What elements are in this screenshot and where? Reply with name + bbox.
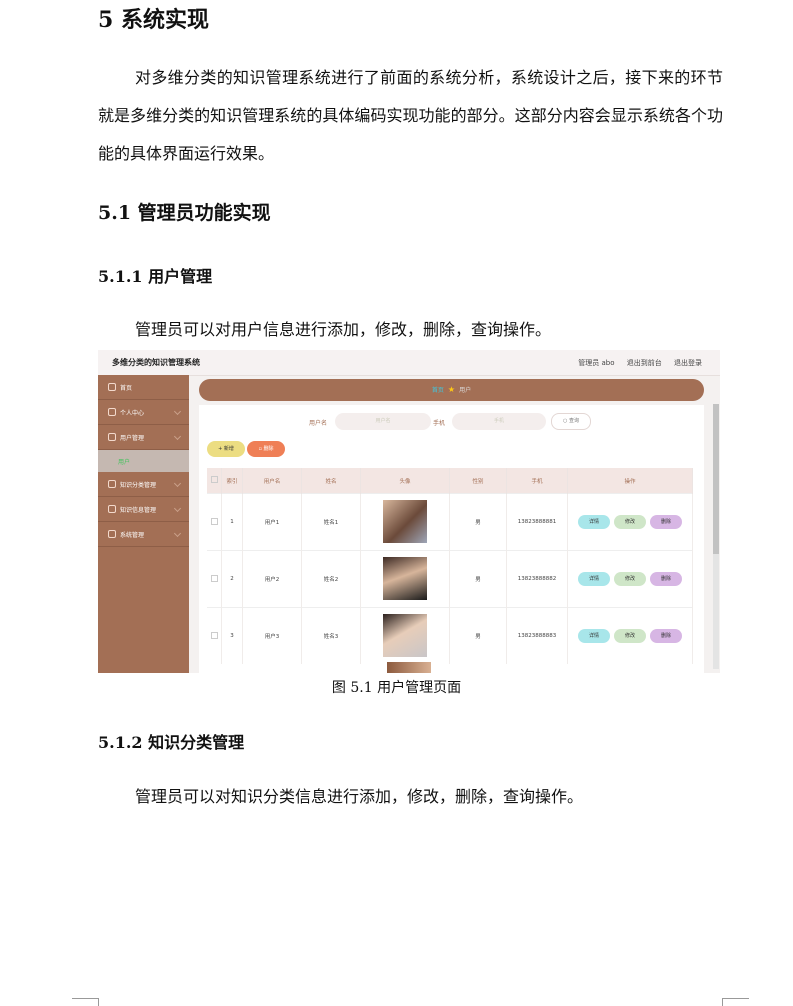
cell-username: 用户3 xyxy=(242,607,302,664)
avatar xyxy=(383,556,427,600)
select-all-checkbox[interactable] xyxy=(207,468,222,494)
detail-button[interactable]: 详情 xyxy=(578,515,610,529)
cell-avatar xyxy=(360,493,450,551)
subsection-heading-users: 5.1.1 用户管理 xyxy=(98,267,213,286)
cell-phone: 13823888881 xyxy=(506,493,568,551)
app-topbar: 多维分类的知识管理系统 管理员 abo 退出到前台 退出登录 xyxy=(98,350,720,376)
cell-phone: 13823888882 xyxy=(506,550,568,608)
document-icon xyxy=(108,505,116,513)
avatar xyxy=(383,499,427,543)
admin-label: 管理员 abo xyxy=(578,359,615,367)
avatar xyxy=(383,613,427,657)
cell-name: 姓名3 xyxy=(301,607,361,664)
users-icon xyxy=(108,433,116,441)
sidebar-item-system[interactable]: 系统管理 xyxy=(98,522,189,547)
remove-button[interactable]: 删除 xyxy=(650,629,682,643)
sidebar: 首页 个人中心 用户管理 用户 知识分类管理 知识信息管理 系统管理 xyxy=(98,375,189,673)
folder-icon xyxy=(108,480,116,488)
phone-label: 手机 xyxy=(433,420,446,427)
cell-gender: 男 xyxy=(449,607,507,664)
edit-button[interactable]: 修改 xyxy=(614,629,646,643)
breadcrumb-current: 用户 xyxy=(459,387,472,394)
breadcrumb-home[interactable]: 首页 xyxy=(432,387,444,394)
breadcrumb: 首页 ★ 用户 xyxy=(199,379,704,401)
section-heading: 5.1 管理员功能实现 xyxy=(98,202,271,224)
username-label: 用户名 xyxy=(309,420,328,427)
cell-index: 3 xyxy=(221,607,243,664)
app-title: 多维分类的知识管理系统 xyxy=(112,358,200,367)
back-to-front-link[interactable]: 退出到前台 xyxy=(627,359,662,367)
table-row: 3 用户3 姓名3 男 13823888883 详情 修改 删除 xyxy=(207,607,693,664)
cell-name: 姓名2 xyxy=(301,550,361,608)
remove-button[interactable]: 删除 xyxy=(650,572,682,586)
chevron-down-icon xyxy=(173,479,182,488)
users-paragraph: 管理员可以对用户信息进行添加，修改，删除，查询操作。 xyxy=(135,320,552,339)
chevron-down-icon xyxy=(173,407,182,416)
detail-button[interactable]: 详情 xyxy=(578,629,610,643)
user-management-screenshot: 多维分类的知识管理系统 管理员 abo 退出到前台 退出登录 首页 个人中心 用… xyxy=(98,350,720,673)
username-input[interactable]: 用户名 xyxy=(335,413,431,430)
logout-link[interactable]: 退出登录 xyxy=(674,359,702,367)
subsection-heading-categories: 5.1.2 知识分类管理 xyxy=(98,733,245,752)
cell-index: 2 xyxy=(221,550,243,608)
table-row: 1 用户1 姓名1 男 13823888881 详情 修改 删除 xyxy=(207,493,693,551)
table-header: 索引 用户名 姓名 头像 性别 手机 操作 xyxy=(207,468,693,494)
cell-actions: 详情 修改 删除 xyxy=(567,550,693,608)
add-button[interactable]: + 新增 xyxy=(207,441,245,457)
chapter-heading: 5 系统实现 xyxy=(98,7,209,33)
col-gender[interactable]: 性别 xyxy=(449,468,507,494)
cell-name: 姓名1 xyxy=(301,493,361,551)
intro-paragraph: 对多维分类的知识管理系统进行了前面的系统分析，系统设计之后，接下来的环节就是多维… xyxy=(98,68,723,163)
sidebar-subitem-user[interactable]: 用户 xyxy=(98,450,189,472)
chevron-down-icon xyxy=(173,504,182,513)
categories-paragraph: 管理员可以对知识分类信息进行添加，修改，删除，查询操作。 xyxy=(135,787,584,806)
delete-button[interactable]: ▫ 删除 xyxy=(247,441,285,457)
col-phone[interactable]: 手机 xyxy=(506,468,568,494)
col-name[interactable]: 姓名 xyxy=(301,468,361,494)
edit-button[interactable]: 修改 xyxy=(614,572,646,586)
row-checkbox[interactable] xyxy=(207,550,222,608)
star-icon: ★ xyxy=(447,385,456,394)
row-checkbox[interactable] xyxy=(207,493,222,551)
cell-username: 用户1 xyxy=(242,493,302,551)
figure-caption: 图 5.1 用户管理页面 xyxy=(331,680,462,696)
col-avatar[interactable]: 头像 xyxy=(360,468,450,494)
table-panel: 用户名 用户名 手机 手机 ○ 查询 + 新增 ▫ 删除 索引 用户名 姓名 头… xyxy=(199,405,704,673)
search-bar: 用户名 用户名 手机 手机 ○ 查询 xyxy=(199,413,704,430)
cell-avatar xyxy=(360,550,450,608)
cell-avatar xyxy=(360,607,450,664)
home-icon xyxy=(108,383,116,391)
query-button[interactable]: ○ 查询 xyxy=(551,413,591,430)
col-username[interactable]: 用户名 xyxy=(242,468,302,494)
sidebar-item-knowledge[interactable]: 知识信息管理 xyxy=(98,497,189,522)
sidebar-item-categories[interactable]: 知识分类管理 xyxy=(98,472,189,497)
chevron-down-icon xyxy=(173,529,182,538)
edit-button[interactable]: 修改 xyxy=(614,515,646,529)
cell-index: 1 xyxy=(221,493,243,551)
user-table: 索引 用户名 姓名 头像 性别 手机 操作 1 用户1 姓名1 男 138238… xyxy=(207,468,693,664)
chevron-up-icon xyxy=(173,432,182,441)
cell-gender: 男 xyxy=(449,550,507,608)
cell-actions: 详情 修改 删除 xyxy=(567,493,693,551)
cell-gender: 男 xyxy=(449,493,507,551)
cell-phone: 13823888883 xyxy=(506,607,568,664)
table-row: 2 用户2 姓名2 男 13823888882 详情 修改 删除 xyxy=(207,550,693,608)
cell-username: 用户2 xyxy=(242,550,302,608)
main-content: 首页 ★ 用户 用户名 用户名 手机 手机 ○ 查询 + 新增 ▫ 删除 索引 用户… xyxy=(199,379,704,673)
user-icon xyxy=(108,408,116,416)
scrollbar[interactable] xyxy=(713,404,719,669)
col-index: 索引 xyxy=(221,468,243,494)
sidebar-item-profile[interactable]: 个人中心 xyxy=(98,400,189,425)
avatar xyxy=(387,662,431,673)
row-checkbox[interactable] xyxy=(207,607,222,664)
gear-icon xyxy=(108,530,116,538)
phone-input[interactable]: 手机 xyxy=(452,413,546,430)
remove-button[interactable]: 删除 xyxy=(650,515,682,529)
sidebar-item-home[interactable]: 首页 xyxy=(98,375,189,400)
sidebar-item-users[interactable]: 用户管理 xyxy=(98,425,189,450)
scrollbar-thumb[interactable] xyxy=(713,404,719,554)
cell-actions: 详情 修改 删除 xyxy=(567,607,693,664)
detail-button[interactable]: 详情 xyxy=(578,572,610,586)
col-actions: 操作 xyxy=(567,468,693,494)
